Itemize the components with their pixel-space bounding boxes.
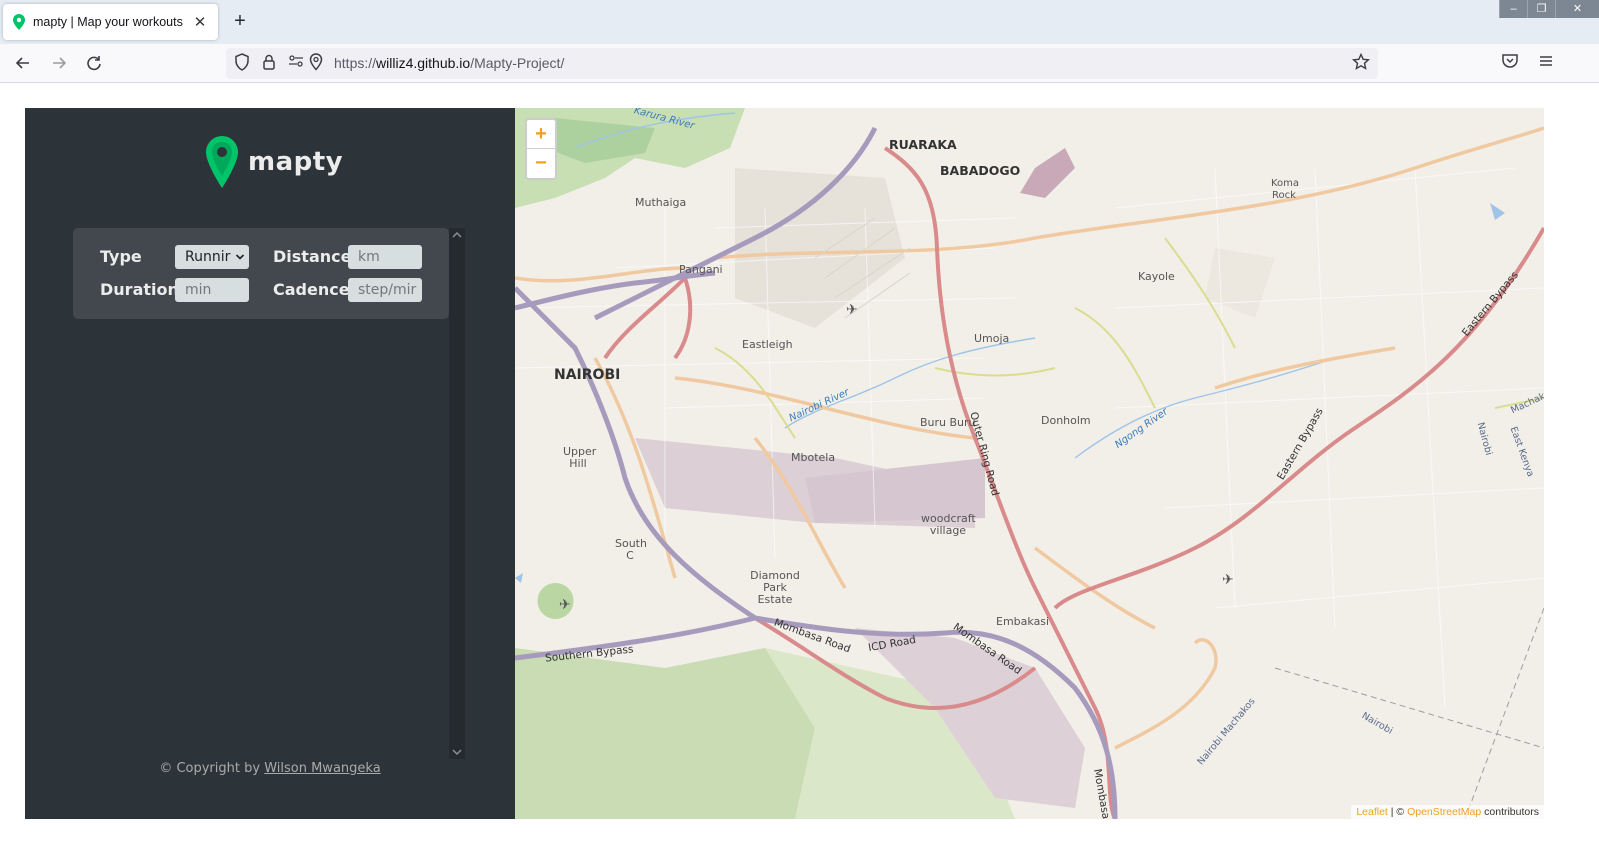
close-window-button[interactable]: ✕ <box>1555 0 1599 18</box>
browser-nav-bar: https://williz4.github.io/Mapty-Project/ <box>0 44 1599 83</box>
map-label-woodcraft-village: woodcraft village <box>921 512 976 537</box>
airport-icon: ✈ <box>1222 571 1234 587</box>
openstreetmap-link[interactable]: OpenStreetMap <box>1407 806 1481 818</box>
scroll-down-icon[interactable] <box>449 745 465 759</box>
location-pin-icon[interactable] <box>306 53 326 73</box>
author-link[interactable]: Wilson Mwangeka <box>264 761 380 776</box>
zoom-out-button[interactable]: − <box>527 149 555 178</box>
map-label-buru-buru: Buru Buru <box>920 416 976 429</box>
map-attribution: Leaflet | © OpenStreetMap contributors <box>1351 805 1544 819</box>
map-label-mbotela: Mbotela <box>791 451 836 464</box>
zoom-in-button[interactable]: + <box>527 120 555 149</box>
map-label-muthaiga: Muthaiga <box>635 196 687 209</box>
sidebar: mapty Type Runnir Distance km Duration m… <box>25 108 515 819</box>
type-label: Type <box>100 247 142 266</box>
map-label-donholm: Donholm <box>1041 414 1091 427</box>
distance-label: Distance <box>273 247 352 266</box>
map-label-babadogo: BABADOGO <box>940 163 1021 178</box>
minimize-button[interactable]: – <box>1499 0 1527 18</box>
map-label-koma-rock: Koma Rock <box>1271 178 1300 201</box>
url-host: williz4.github.io <box>376 55 471 71</box>
shield-icon[interactable] <box>232 53 252 73</box>
active-tab[interactable]: mapty | Map your workouts ✕ <box>3 4 218 40</box>
workouts-scrollbar[interactable] <box>449 228 465 759</box>
browser-tab-bar: mapty | Map your workouts ✕ + – ❐ ✕ <box>0 0 1599 44</box>
url-bar[interactable]: https://williz4.github.io/Mapty-Project/ <box>226 48 1378 79</box>
mapty-favicon-icon <box>13 14 25 30</box>
attribution-suffix: contributors <box>1481 806 1539 818</box>
workouts-list: Type Runnir Distance km Duration min Cad… <box>73 228 467 758</box>
url-scheme: https:// <box>334 55 377 71</box>
logo-text: mapty <box>248 147 344 177</box>
lock-icon[interactable] <box>259 53 279 73</box>
map-tiles <box>515 108 1544 819</box>
url-path: /Mapty-Project/ <box>470 55 565 71</box>
distance-input[interactable]: km <box>348 245 422 269</box>
zoom-control: + − <box>525 118 557 180</box>
window-controls: – ❐ ✕ <box>1499 0 1599 20</box>
map-label-nairobi: NAIROBI <box>554 367 621 383</box>
cadence-input[interactable]: step/mir <box>348 278 422 302</box>
airport-icon: ✈ <box>559 596 571 612</box>
copyright: © Copyright by Wilson Mwangeka <box>25 761 515 776</box>
forward-arrow-icon[interactable] <box>48 52 70 74</box>
cadence-label: Cadence <box>273 280 350 299</box>
reload-icon[interactable] <box>83 52 105 74</box>
type-select-value: Runnir <box>185 249 231 265</box>
pocket-icon[interactable] <box>1499 52 1521 74</box>
copyright-prefix: © Copyright by <box>159 761 261 776</box>
map-pin-logo-icon <box>206 136 238 188</box>
tab-close-icon[interactable]: ✕ <box>192 13 208 31</box>
map-label-pangani: Pangani <box>679 263 723 276</box>
map-label-embakasi: Embakasi <box>996 615 1050 628</box>
attribution-separator: | © <box>1387 806 1408 818</box>
permissions-icon[interactable] <box>286 53 306 73</box>
map-label-kayole: Kayole <box>1138 270 1175 283</box>
map-label-ruaraka: RUARAKA <box>889 137 957 152</box>
tab-title: mapty | Map your workouts <box>33 15 183 29</box>
type-select[interactable]: Runnir <box>175 245 249 269</box>
map[interactable]: ✈ ✈ ✈ RUARAKA BABADOGO NAIROBI Muthaiga … <box>515 108 1544 819</box>
map-label-umoja: Umoja <box>974 332 1010 345</box>
map-label-diamond-park-estate: Diamond Park Estate <box>750 569 800 606</box>
back-arrow-icon[interactable] <box>12 52 34 74</box>
map-label-south-c: South C <box>615 537 647 562</box>
airport-icon: ✈ <box>846 301 858 317</box>
duration-input[interactable]: min <box>175 278 249 302</box>
duration-label: Duration <box>100 280 179 299</box>
background-tabs-strip <box>400 0 1460 26</box>
url-text[interactable]: https://williz4.github.io/Mapty-Project/ <box>334 55 564 71</box>
leaflet-link[interactable]: Leaflet <box>1356 806 1388 818</box>
map-label-upper-hill: Upper Hill <box>563 445 597 470</box>
menu-hamburger-icon[interactable] <box>1535 52 1557 74</box>
workout-form: Type Runnir Distance km Duration min Cad… <box>73 228 449 319</box>
scroll-up-icon[interactable] <box>449 228 465 242</box>
new-tab-button[interactable]: + <box>230 11 250 31</box>
bookmark-star-icon[interactable] <box>1351 52 1371 73</box>
chevron-down-icon <box>235 245 245 269</box>
map-label-eastleigh: Eastleigh <box>742 338 793 351</box>
maximize-button[interactable]: ❐ <box>1527 0 1555 18</box>
logo: mapty <box>206 136 343 188</box>
